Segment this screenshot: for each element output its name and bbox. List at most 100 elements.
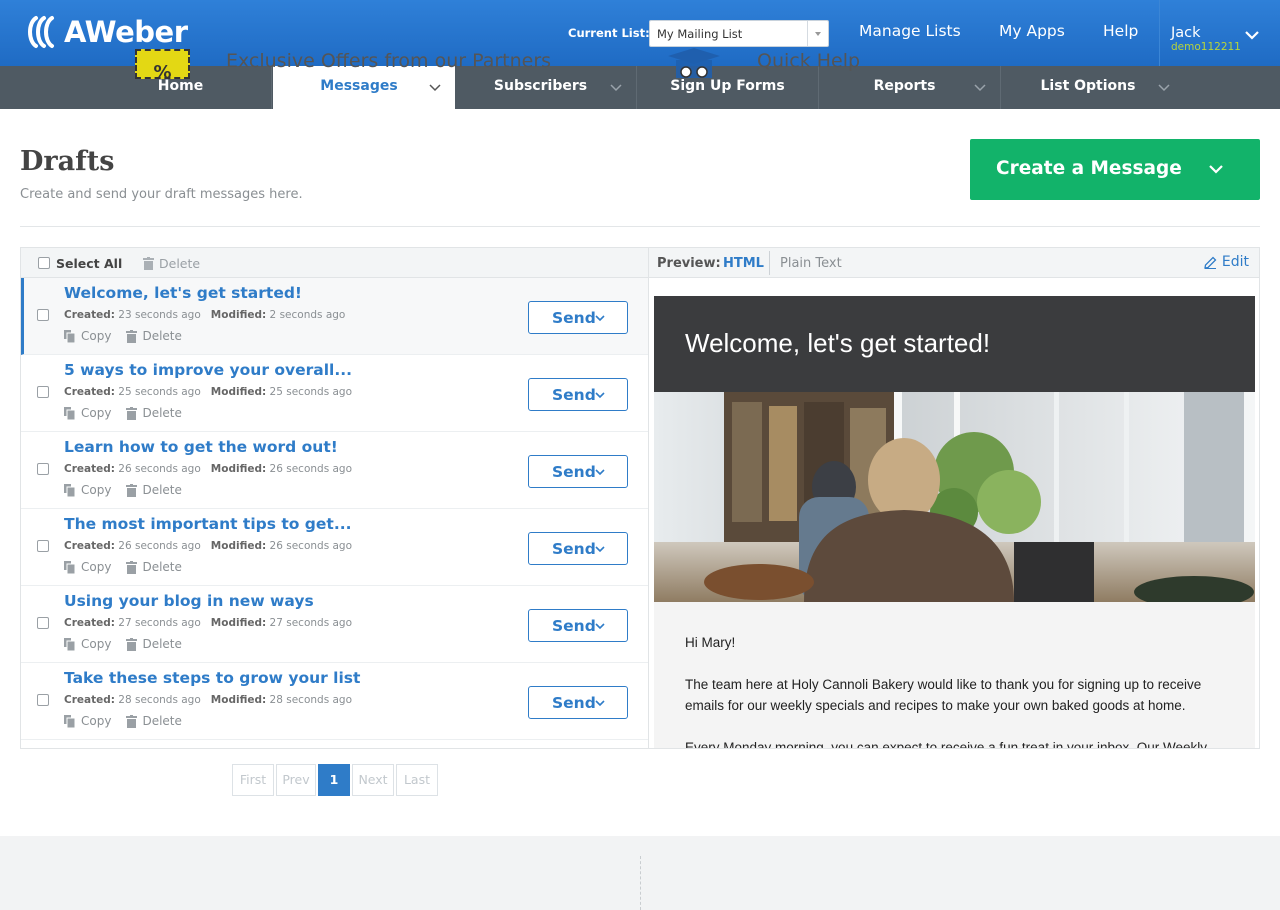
modified-value: 26 seconds ago: [269, 463, 353, 475]
send-button[interactable]: Send: [528, 532, 628, 565]
draft-title[interactable]: Take these steps to grow your list: [64, 669, 360, 687]
draft-title[interactable]: Learn how to get the word out!: [64, 438, 338, 456]
copy-draft-button[interactable]: Copy: [64, 483, 111, 497]
select-all-checkbox[interactable]: [38, 257, 50, 269]
draft-row[interactable]: The most important tips to get... Created…: [21, 509, 648, 586]
delete-draft-button[interactable]: Delete: [126, 637, 182, 651]
created-value: 26 seconds ago: [118, 463, 201, 475]
pagination-prev[interactable]: Prev: [276, 764, 316, 796]
delete-draft-button[interactable]: Delete: [126, 406, 182, 420]
manage-lists-link[interactable]: Manage Lists: [859, 22, 961, 40]
draft-meta: Created: 25 seconds ago Modified: 25 sec…: [64, 386, 352, 398]
draft-actions: Copy Delete: [64, 560, 197, 574]
copy-label: Copy: [81, 637, 112, 651]
pagination-last[interactable]: Last: [396, 764, 438, 796]
copy-draft-button[interactable]: Copy: [64, 329, 111, 343]
pagination-current-page[interactable]: 1: [318, 764, 350, 796]
chevron-down-icon[interactable]: [1158, 82, 1170, 92]
draft-checkbox[interactable]: [37, 463, 49, 475]
preview-tab-html[interactable]: HTML: [723, 256, 764, 271]
nav-tab-subscribers[interactable]: Subscribers: [455, 66, 637, 109]
draft-meta: Created: 23 seconds ago Modified: 2 seco…: [64, 309, 345, 321]
draft-title[interactable]: The most important tips to get...: [64, 515, 351, 533]
delete-draft-button[interactable]: Delete: [126, 714, 182, 728]
caret-down-icon: [807, 21, 828, 46]
copy-icon: [64, 329, 75, 343]
chevron-down-icon[interactable]: [429, 82, 441, 92]
nav-tab-label: Home: [157, 78, 204, 94]
send-button[interactable]: Send: [528, 455, 628, 488]
copy-label: Copy: [81, 483, 112, 497]
select-all-label[interactable]: Select All: [56, 256, 122, 271]
copy-draft-button[interactable]: Copy: [64, 714, 111, 728]
partner-offers-heading[interactable]: Exclusive Offers from our Partners: [226, 50, 551, 72]
send-button[interactable]: Send: [528, 378, 628, 411]
quick-help-heading[interactable]: Quick Help: [757, 50, 860, 72]
nav-tab-messages[interactable]: Messages: [273, 66, 455, 109]
preview-panel: Preview: HTML Plain Text Edit Welcome, l…: [648, 247, 1260, 749]
aweber-logo[interactable]: AWeber: [26, 14, 188, 50]
nav-tab-list-options[interactable]: List Options: [1002, 66, 1184, 109]
email-title: Welcome, let's get started!: [685, 328, 991, 358]
draft-checkbox[interactable]: [37, 540, 49, 552]
cafe-photo-illustration: [654, 392, 1255, 602]
draft-row[interactable]: Welcome, let's get started! Created: 23 s…: [21, 278, 648, 355]
delete-draft-button[interactable]: Delete: [126, 483, 182, 497]
created-label: Created:: [64, 309, 115, 321]
trash-icon: [126, 483, 138, 497]
nav-tab-sign-up-forms[interactable]: Sign Up Forms: [637, 66, 819, 109]
preview-toolbar: Preview: HTML Plain Text Edit: [649, 248, 1259, 278]
email-body: Hi Mary! The team here at Holy Cannoli B…: [685, 632, 1225, 749]
draft-checkbox[interactable]: [37, 386, 49, 398]
draft-row[interactable]: Using your blog in new ways Created: 27 s…: [21, 586, 648, 663]
email-hero-image: [654, 392, 1255, 602]
preview-label: Preview:: [657, 256, 721, 271]
draft-row[interactable]: Learn how to get the word out! Created: 2…: [21, 432, 648, 509]
create-message-label: Create a Message: [996, 158, 1182, 179]
delete-draft-button[interactable]: Delete: [126, 560, 182, 574]
list-toolbar: Select All Delete: [21, 248, 649, 278]
nav-tab-label: Subscribers: [493, 78, 588, 94]
chevron-down-icon[interactable]: [610, 82, 622, 92]
user-menu[interactable]: Jack demo112211: [1159, 0, 1280, 66]
created-value: 27 seconds ago: [118, 617, 201, 629]
send-button[interactable]: Send: [528, 609, 628, 642]
draft-checkbox[interactable]: [37, 309, 49, 321]
pagination-first[interactable]: First: [232, 764, 274, 796]
draft-title[interactable]: Using your blog in new ways: [64, 592, 314, 610]
create-message-button[interactable]: Create a Message: [970, 139, 1260, 200]
delete-draft-button[interactable]: Delete: [126, 329, 182, 343]
draft-title[interactable]: Welcome, let's get started!: [64, 284, 302, 302]
my-apps-link[interactable]: My Apps: [999, 22, 1065, 40]
delete-label: Delete: [142, 406, 182, 420]
draft-title[interactable]: 5 ways to improve your overall...: [64, 361, 352, 379]
preview-tab-plain-text[interactable]: Plain Text: [780, 256, 842, 271]
draft-row[interactable]: 5 ways to improve your overall... Created…: [21, 355, 648, 432]
chevron-down-icon[interactable]: [974, 82, 986, 92]
email-preview: Welcome, let's get started! Hi Mary! The…: [654, 296, 1255, 749]
draft-checkbox[interactable]: [37, 617, 49, 629]
edit-message-link[interactable]: Edit: [1204, 254, 1249, 270]
copy-draft-button[interactable]: Copy: [64, 637, 111, 651]
send-button[interactable]: Send: [528, 301, 628, 334]
modified-value: 27 seconds ago: [269, 617, 353, 629]
nav-tab-label: Messages: [320, 78, 398, 94]
logo-text: AWeber: [64, 15, 188, 49]
help-link[interactable]: Help: [1103, 22, 1138, 40]
chevron-down-icon: [595, 469, 605, 476]
email-paragraph: Every Monday morning, you can expect to …: [685, 740, 1208, 749]
bulk-delete-button[interactable]: Delete: [143, 256, 200, 271]
draft-meta: Created: 27 seconds ago Modified: 27 sec…: [64, 617, 352, 629]
copy-draft-button[interactable]: Copy: [64, 560, 111, 574]
copy-icon: [64, 483, 75, 497]
nav-tab-reports[interactable]: Reports: [819, 66, 1001, 109]
current-list-select[interactable]: My Mailing List: [649, 20, 829, 47]
nav-tab-label: Sign Up Forms: [670, 78, 785, 94]
copy-draft-button[interactable]: Copy: [64, 406, 111, 420]
send-button[interactable]: Send: [528, 686, 628, 719]
current-list-value: My Mailing List: [657, 27, 743, 41]
draft-checkbox[interactable]: [37, 694, 49, 706]
pagination-next[interactable]: Next: [352, 764, 394, 796]
created-value: 25 seconds ago: [118, 386, 201, 398]
draft-row[interactable]: Take these steps to grow your list Create…: [21, 663, 648, 740]
